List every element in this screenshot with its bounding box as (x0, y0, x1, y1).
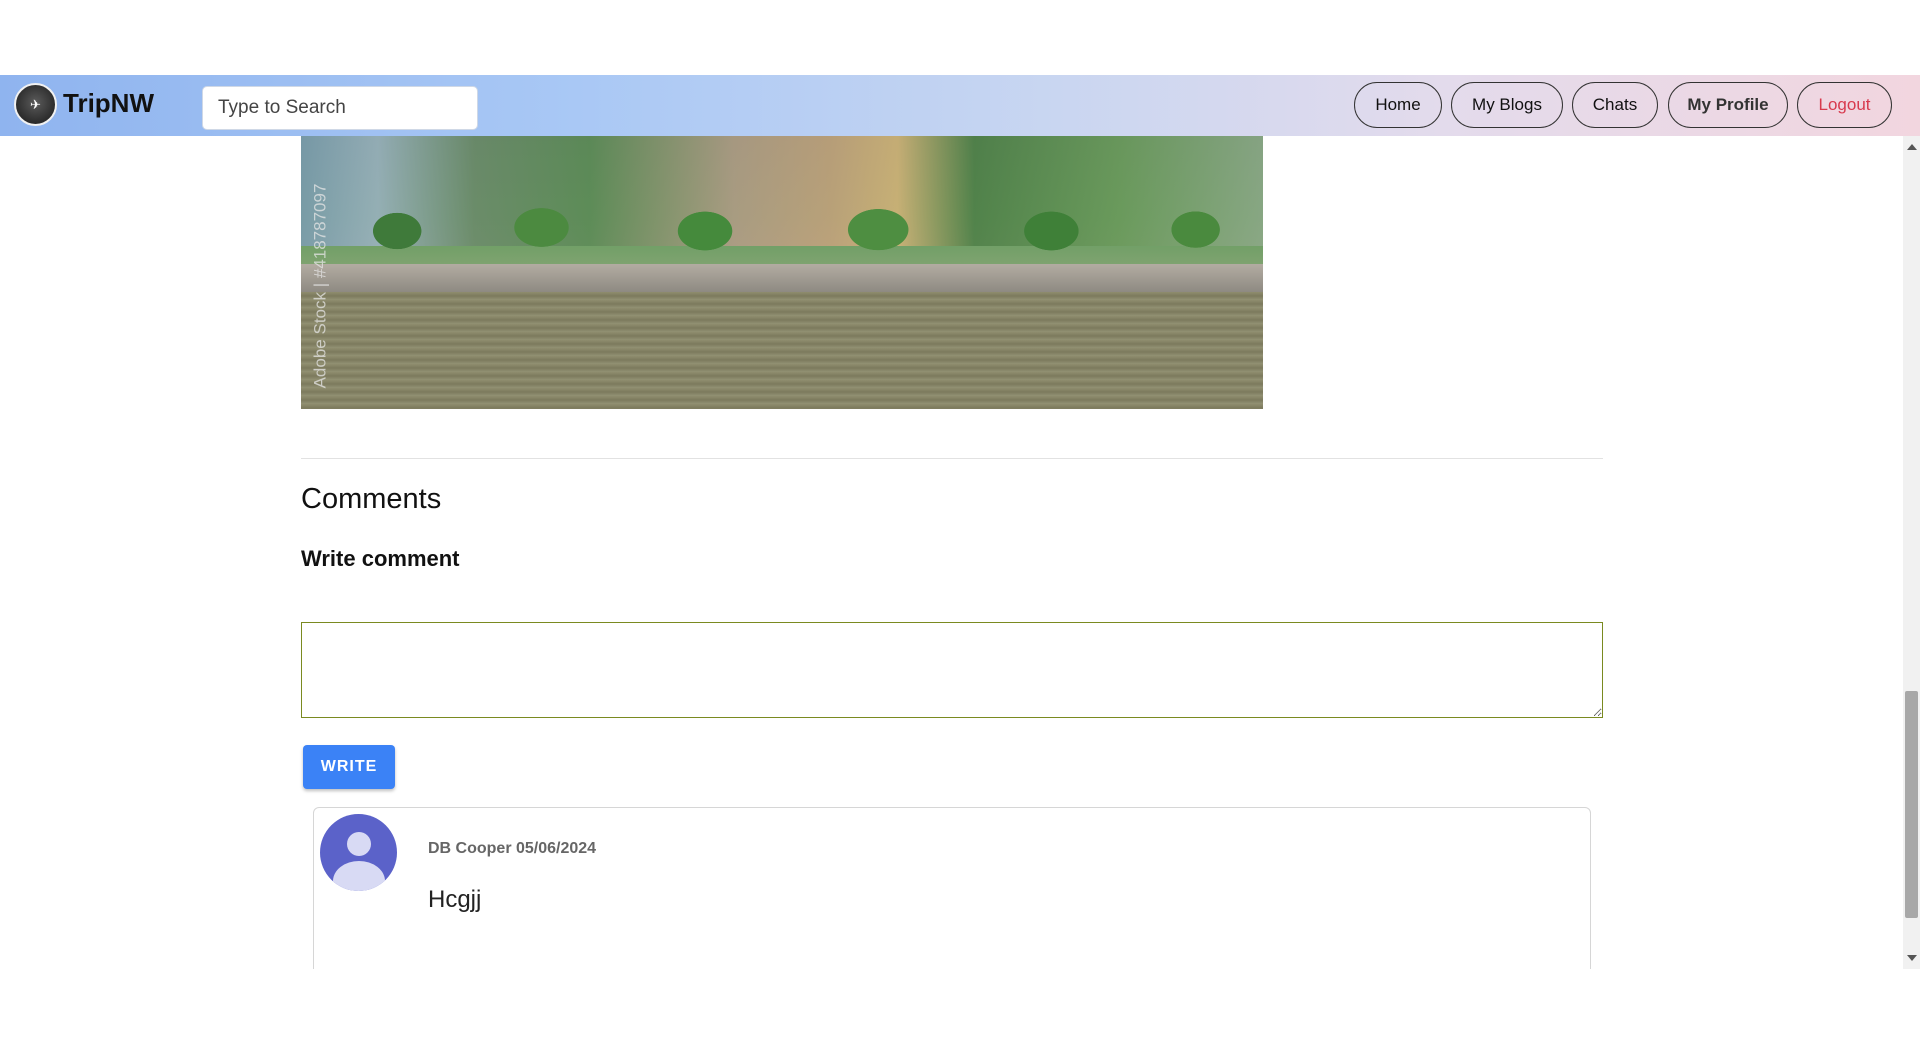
my-profile-button[interactable]: My Profile (1668, 82, 1788, 128)
comment-author-date: DB Cooper 05/06/2024 (428, 840, 597, 857)
avatar[interactable] (320, 814, 397, 891)
write-button[interactable]: WRITE (303, 745, 395, 789)
page-scrollbar[interactable] (1903, 136, 1920, 969)
post-image: Adobe Stock | #418787097 (301, 136, 1263, 409)
my-blogs-button[interactable]: My Blogs (1451, 82, 1563, 128)
scroll-down-icon[interactable] (1907, 955, 1917, 961)
comments-heading: Comments (301, 483, 442, 515)
home-button[interactable]: Home (1354, 82, 1442, 128)
logout-button[interactable]: Logout (1797, 82, 1892, 128)
write-comment-label: Write comment (301, 546, 460, 571)
page: ✈ TripNW Home My Blogs Chats My Profile … (0, 0, 1920, 1040)
avatar-body (333, 861, 385, 891)
section-divider (301, 458, 1603, 459)
comment-card: DB Cooper 05/06/2024 Hcgjj (313, 807, 1591, 969)
brand-name[interactable]: TripNW (63, 88, 154, 119)
image-quay (301, 264, 1263, 292)
scroll-up-icon[interactable] (1907, 144, 1917, 150)
logo-icon[interactable]: ✈ (14, 83, 57, 126)
image-trees (301, 196, 1263, 266)
browser-viewport: ✈ TripNW Home My Blogs Chats My Profile … (0, 75, 1920, 969)
scroll-thumb[interactable] (1905, 691, 1918, 918)
image-watermark: Adobe Stock | #418787097 (310, 183, 329, 389)
image-water (301, 292, 1263, 409)
search-input[interactable] (202, 86, 478, 130)
avatar-head (347, 832, 371, 856)
comment-textarea[interactable] (301, 622, 1603, 718)
comment-text: Hcgjj (428, 886, 482, 913)
navbar: ✈ TripNW Home My Blogs Chats My Profile … (0, 75, 1920, 136)
chats-button[interactable]: Chats (1572, 82, 1658, 128)
